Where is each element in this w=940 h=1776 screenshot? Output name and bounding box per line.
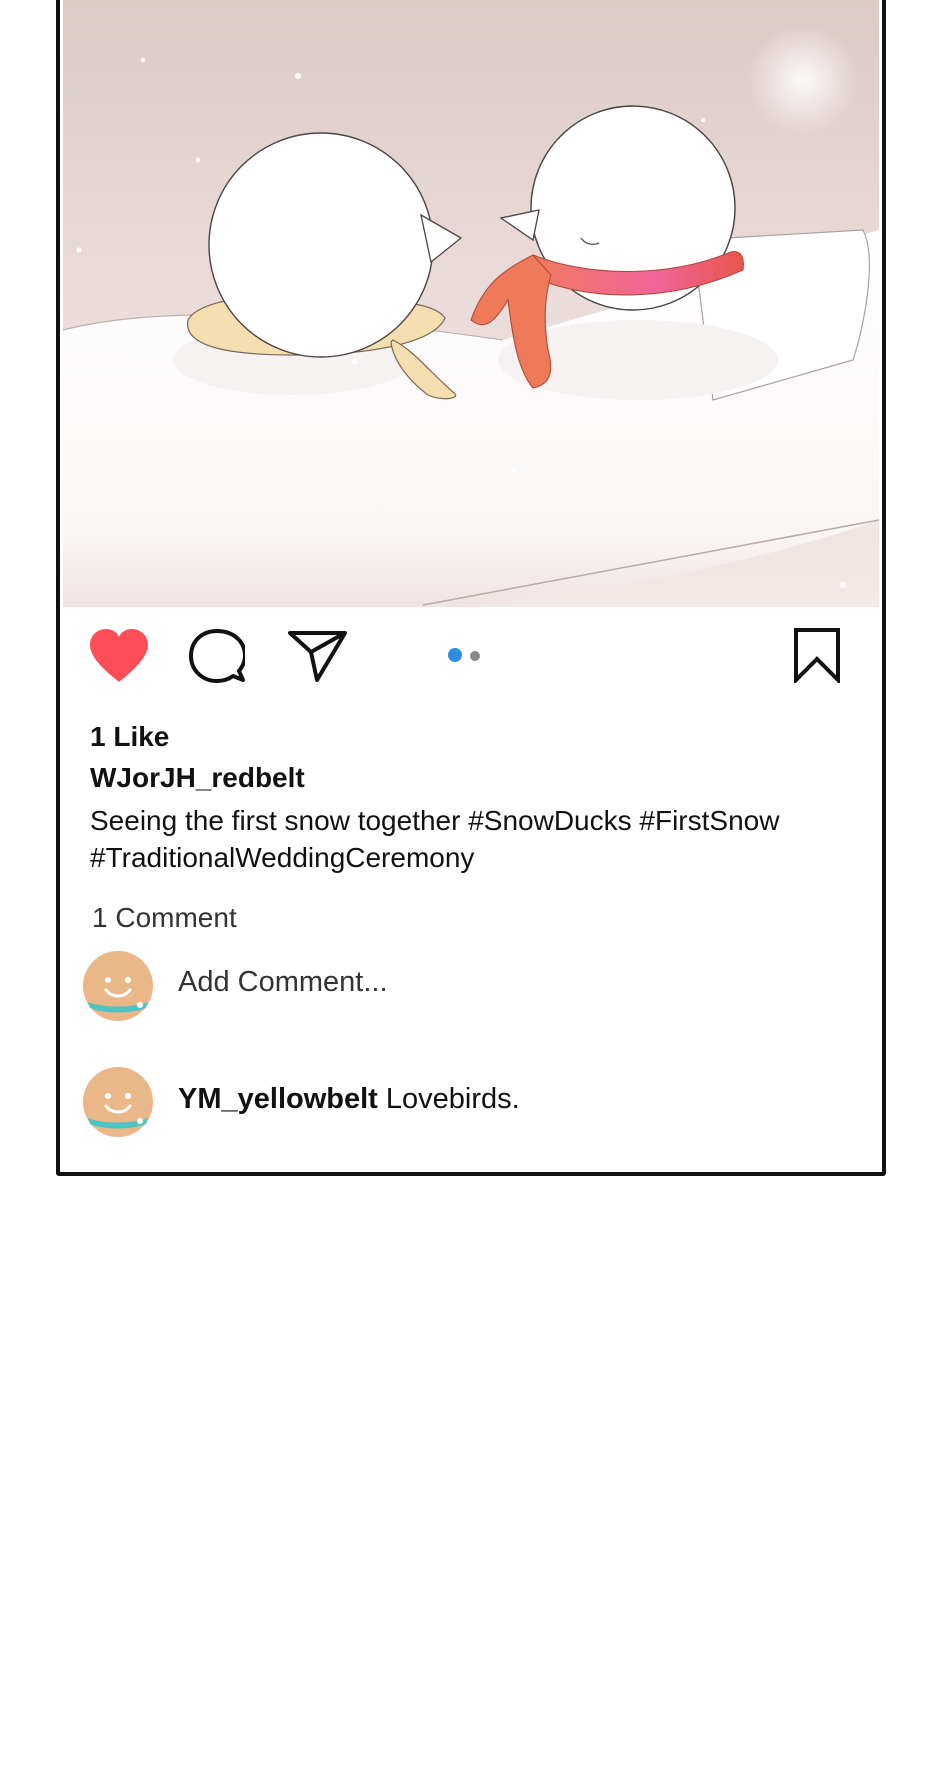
avatar	[82, 1066, 154, 1138]
likes-count[interactable]: 1 Like	[90, 721, 169, 753]
snow-ducks-illustration	[63, 0, 879, 607]
post-card: 1 Like WJorJH_redbelt Seeing the first s…	[56, 0, 886, 1176]
add-comment-input[interactable]: Add Comment...	[178, 966, 388, 999]
bookmark-icon[interactable]	[793, 627, 841, 685]
heart-icon[interactable]	[88, 628, 150, 684]
share-icon[interactable]	[287, 627, 349, 683]
post-image[interactable]	[63, 0, 879, 607]
post-username[interactable]: WJorJH_redbelt	[90, 762, 305, 794]
carousel-indicator	[448, 648, 488, 662]
view-comments-link[interactable]: 1 Comment	[92, 902, 237, 934]
comment-author[interactable]: YM_yellowbelt	[178, 1083, 378, 1115]
post-caption: Seeing the first snow together #SnowDuck…	[90, 805, 780, 873]
comment-item: YM_yellowbelt Lovebirds.	[178, 1083, 520, 1116]
comment-icon[interactable]	[189, 628, 247, 684]
carousel-dot-active[interactable]	[448, 648, 462, 662]
comment-text: Lovebirds.	[385, 1083, 520, 1115]
avatar	[82, 950, 154, 1022]
carousel-dot[interactable]	[470, 651, 480, 661]
